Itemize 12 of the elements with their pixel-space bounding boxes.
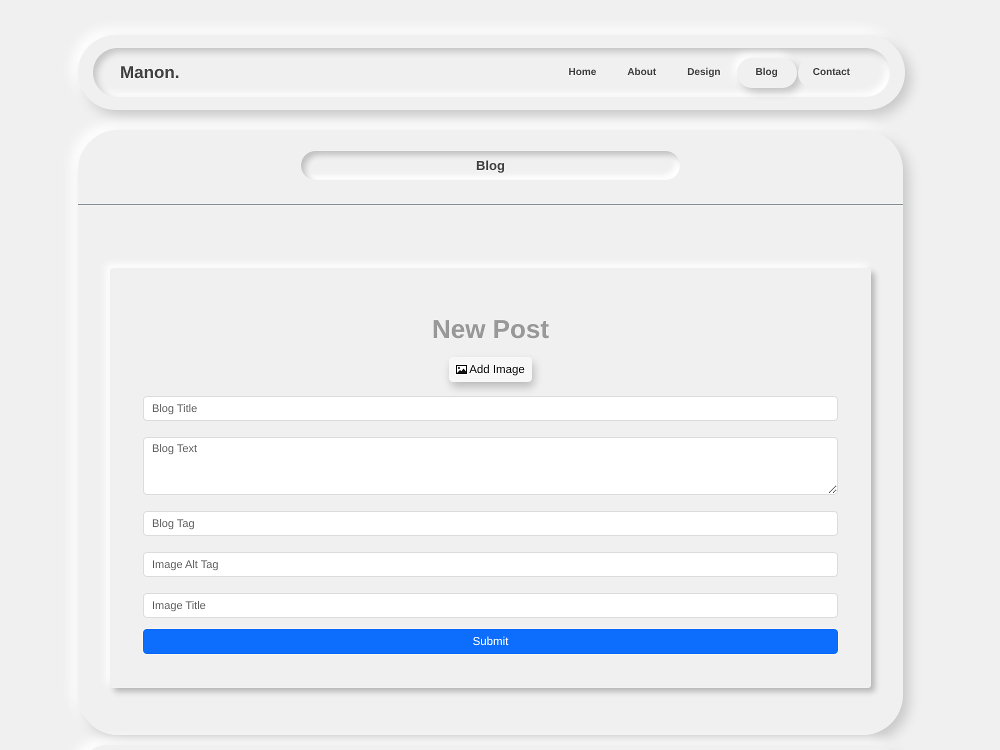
input-field[interactable]: Blog Tag xyxy=(143,511,838,536)
form-title: New Post xyxy=(430,313,550,345)
input-field[interactable]: Blog Title xyxy=(143,396,838,421)
submit-button[interactable]: Submit xyxy=(143,629,838,654)
nav-link[interactable]: Blog xyxy=(736,58,797,88)
input-field[interactable]: Image Title xyxy=(143,593,838,618)
logo: Manon. xyxy=(120,62,180,82)
image-icon xyxy=(456,365,468,374)
text-area[interactable]: Blog Text xyxy=(143,437,838,495)
add-image-button[interactable]: Add Image xyxy=(449,357,532,382)
input-field[interactable]: Image Alt Tag xyxy=(143,552,838,577)
section-title: Blog xyxy=(301,151,680,180)
